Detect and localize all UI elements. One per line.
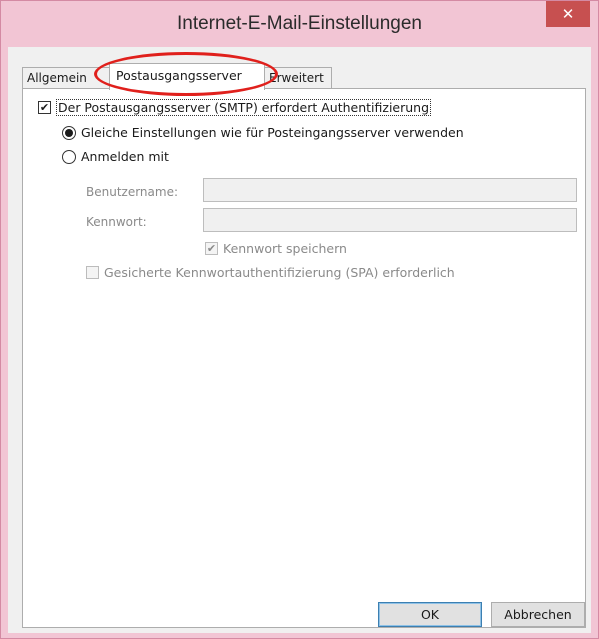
- radio-login-row[interactable]: Anmelden mit: [62, 149, 169, 164]
- close-icon: ✕: [561, 5, 575, 23]
- spa-row[interactable]: Gesicherte Kennwortauthentifizierung (SP…: [86, 265, 455, 280]
- radio-same-settings-row[interactable]: Gleiche Einstellungen wie für Posteingan…: [62, 125, 464, 140]
- username-label: Benutzername:: [86, 185, 179, 199]
- tab-panel: ✔ Der Postausgangsserver (SMTP) erforder…: [22, 88, 586, 628]
- radio-login[interactable]: [62, 149, 76, 164]
- save-password-checkbox[interactable]: ✔: [205, 242, 218, 255]
- save-password-row[interactable]: ✔ Kennwort speichern: [205, 241, 347, 256]
- spa-label: Gesicherte Kennwortauthentifizierung (SP…: [104, 265, 455, 280]
- tab-allgemein-label: Allgemein: [27, 71, 87, 85]
- tab-erweitert[interactable]: Erweitert: [264, 67, 332, 89]
- tab-erweitert-label: Erweitert: [269, 71, 324, 85]
- ok-button[interactable]: OK: [378, 602, 482, 627]
- smtp-auth-label: Der Postausgangsserver (SMTP) erfordert …: [56, 99, 432, 116]
- save-password-label: Kennwort speichern: [223, 241, 347, 256]
- tab-postausgangsserver-label: Postausgangsserver: [116, 68, 242, 83]
- spa-checkbox[interactable]: [86, 266, 99, 279]
- username-input[interactable]: [203, 178, 577, 202]
- radio-same-settings[interactable]: [62, 125, 76, 140]
- window-title: Internet-E-Mail-Einstellungen: [176, 13, 422, 34]
- title-bar[interactable]: Internet-E-Mail-Einstellungen ✕: [1, 1, 598, 47]
- radio-selected-dot: [65, 128, 73, 137]
- dialog-window: Internet-E-Mail-Einstellungen ✕ Allgemei…: [0, 0, 599, 639]
- radio-same-settings-label: Gleiche Einstellungen wie für Posteingan…: [81, 125, 464, 140]
- password-input[interactable]: [203, 208, 577, 232]
- cancel-button[interactable]: Abbrechen: [491, 602, 585, 627]
- dialog-client-area: Allgemein Postausgangsserver Erweitert ✔…: [8, 47, 591, 633]
- tab-allgemein[interactable]: Allgemein: [22, 67, 110, 89]
- close-button[interactable]: ✕: [546, 1, 590, 27]
- smtp-auth-checkbox[interactable]: ✔: [38, 101, 51, 114]
- smtp-auth-row[interactable]: ✔ Der Postausgangsserver (SMTP) erforder…: [38, 99, 432, 116]
- password-label: Kennwort:: [86, 215, 147, 229]
- tab-postausgangsserver[interactable]: Postausgangsserver: [109, 63, 265, 90]
- radio-login-label: Anmelden mit: [81, 149, 169, 164]
